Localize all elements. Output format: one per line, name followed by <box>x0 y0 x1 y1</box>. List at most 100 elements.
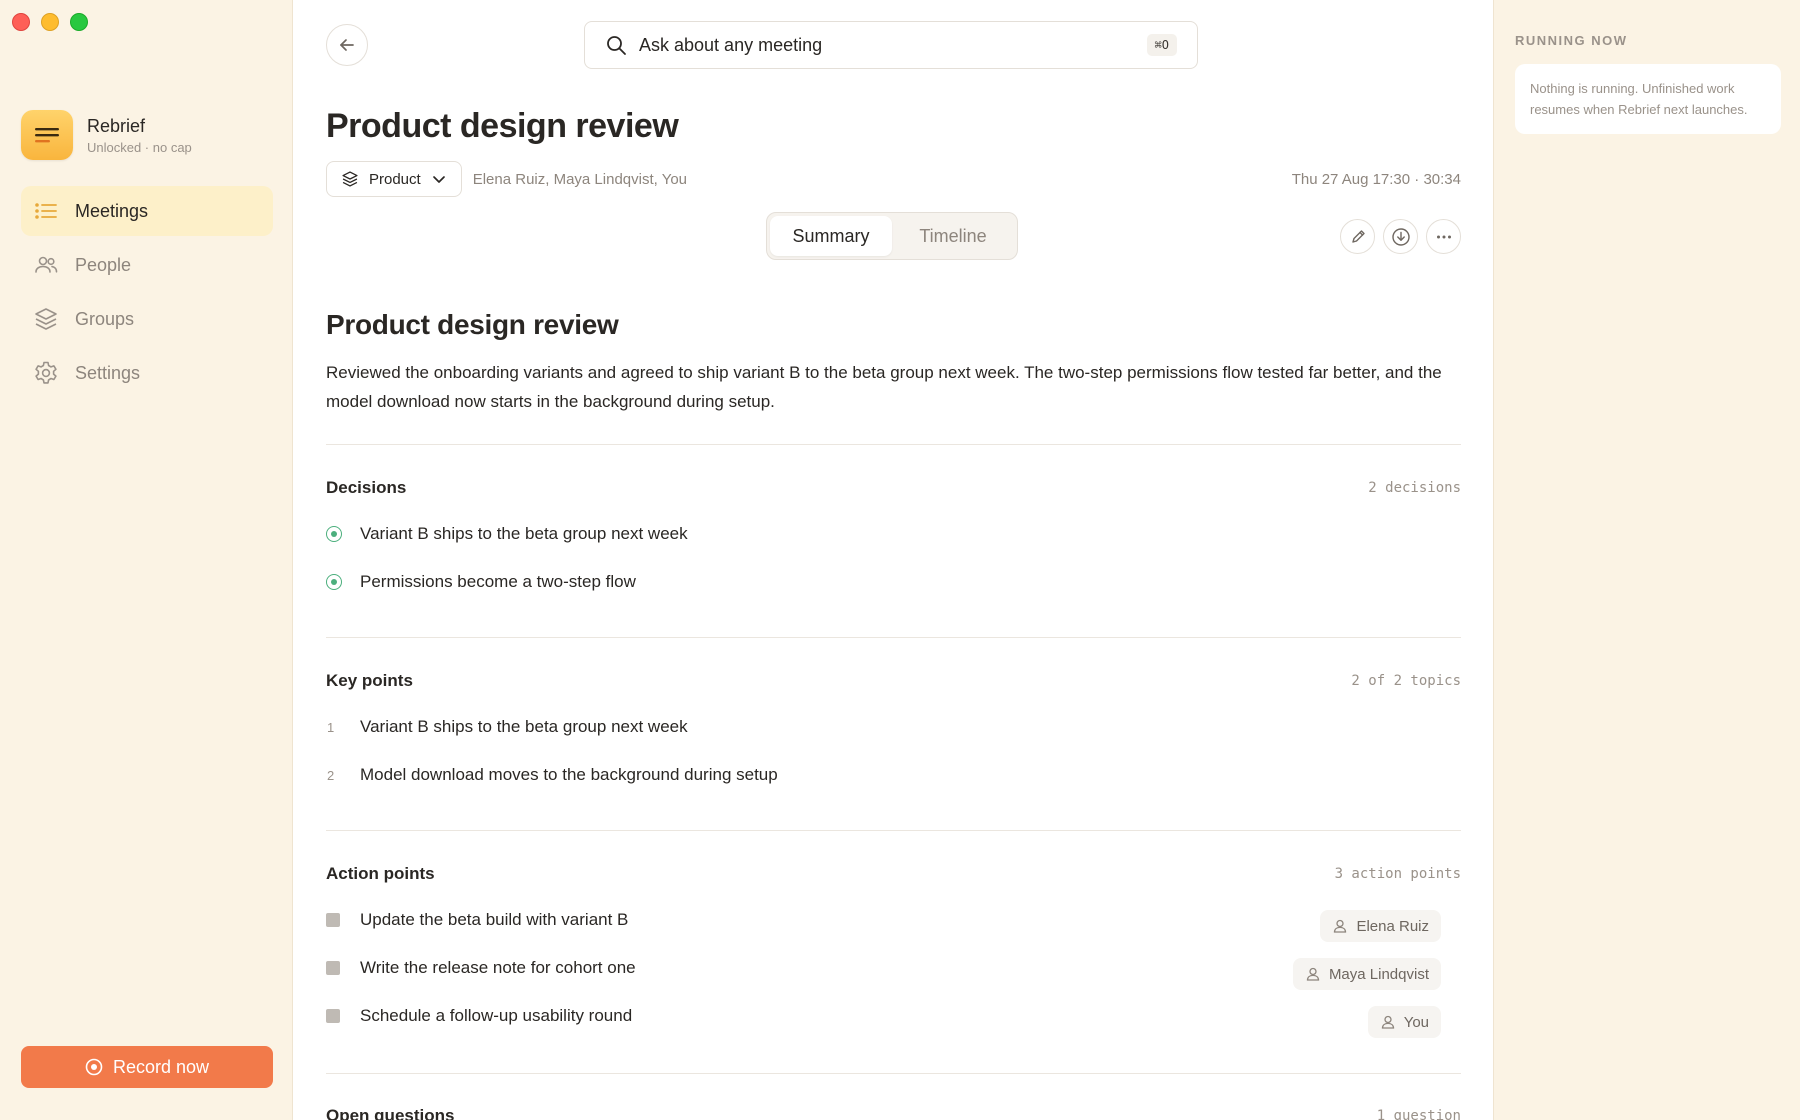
assignee-chip[interactable]: Maya Lindqvist <box>1292 958 1441 990</box>
download-button[interactable] <box>1383 219 1418 254</box>
decision-dot-icon <box>326 526 342 542</box>
running-status-card: Nothing is running. Unfinished work resu… <box>1515 64 1781 134</box>
open-questions-header: Open questions 1 question <box>326 1106 1461 1120</box>
decision-item: Variant B ships to the beta group next w… <box>326 519 1461 549</box>
participants: Elena Ruiz, Maya Lindqvist, You <box>472 170 688 188</box>
person-icon <box>1334 919 1347 933</box>
brand: Rebrief Unlocked · no cap <box>21 110 192 160</box>
decision-text: Variant B ships to the beta group next w… <box>360 524 688 543</box>
action-checkbox[interactable] <box>326 913 340 927</box>
assignee-name: Maya Lindqvist <box>1328 965 1429 983</box>
minimize-window-button[interactable] <box>41 13 59 31</box>
decision-item: Permissions become a two-step flow <box>326 567 1461 597</box>
action-points-heading: Action points <box>326 864 435 883</box>
key-points-heading: Key points <box>326 671 413 690</box>
person-icon <box>1306 967 1320 981</box>
key-point-text: Model download moves to the background d… <box>360 765 778 784</box>
action-checkbox[interactable] <box>326 1009 340 1023</box>
action-text: Schedule a follow-up usability round <box>360 1006 633 1025</box>
action-item: Schedule a follow-up usability round <box>326 1001 1461 1031</box>
sidebar-nav: Meetings People Groups Settings <box>21 186 273 402</box>
meeting-detail: Ask about any meeting ⌘O Product design … <box>293 0 1493 1120</box>
key-point-item: 1 Variant B ships to the beta group next… <box>326 712 1461 742</box>
summary-text: Reviewed the onboarding variants and agr… <box>326 363 1442 411</box>
meeting-meta: Product Elena Ruiz, Maya Lindqvist, You … <box>326 161 1461 197</box>
page-title: Product design review <box>326 107 679 145</box>
app-logo-icon <box>21 110 73 160</box>
open-questions-heading: Open questions <box>326 1106 455 1120</box>
toolbar <box>1340 219 1461 254</box>
zoom-window-button[interactable] <box>70 13 88 31</box>
edit-button[interactable] <box>1340 219 1375 254</box>
app-name: Rebrief <box>87 115 146 136</box>
layers-icon <box>342 171 358 187</box>
action-item: Write the release note for cohort one <box>326 953 1461 983</box>
action-item: Update the beta build with variant B <box>326 905 1461 935</box>
key-point-item: 2 Model download moves to the background… <box>326 760 1461 790</box>
search-icon <box>607 36 626 55</box>
decision-text: Permissions become a two-step flow <box>360 572 636 591</box>
tab-summary[interactable]: Summary <box>770 216 892 256</box>
assignee-name: You <box>1403 1013 1429 1031</box>
chevron-down-icon <box>432 176 445 183</box>
record-now-label: Record now <box>112 1056 210 1077</box>
action-text: Write the release note for cohort one <box>360 958 636 977</box>
assignee-chip[interactable]: You <box>1367 1006 1441 1038</box>
assignee-name: Elena Ruiz <box>1356 917 1429 935</box>
divider <box>326 637 1461 638</box>
sidebar-item-groups[interactable]: Groups <box>21 294 273 344</box>
action-points-header: Action points 3 action points <box>326 864 1461 884</box>
gear-icon <box>35 361 57 384</box>
decisions-heading: Decisions <box>326 478 407 497</box>
download-icon <box>1391 227 1410 246</box>
sidebar-item-settings[interactable]: Settings <box>21 348 273 398</box>
sidebar-item-people[interactable]: People <box>21 240 273 290</box>
decision-dot-icon <box>326 574 342 590</box>
window-controls <box>12 13 88 31</box>
license-status: Unlocked · no cap <box>87 139 192 155</box>
decisions-count: 2 decisions <box>1368 480 1461 496</box>
back-button[interactable] <box>326 24 368 66</box>
list-icon <box>35 203 57 219</box>
sidebar-item-label: Settings <box>75 362 141 383</box>
action-points-count: 3 action points <box>1334 866 1461 882</box>
more-horizontal-icon <box>1436 235 1451 238</box>
running-panel: RUNNING NOW Nothing is running. Unfinish… <box>1493 0 1800 1120</box>
group-dropdown[interactable]: Product <box>326 161 462 197</box>
tab-timeline[interactable]: Timeline <box>892 216 1014 256</box>
group-dropdown-value: Product <box>369 170 421 188</box>
person-icon <box>1381 1015 1394 1029</box>
search-placeholder: Ask about any meeting <box>639 34 823 55</box>
running-status-message: Nothing is running. Unfinished work resu… <box>1530 81 1748 117</box>
more-button[interactable] <box>1426 219 1461 254</box>
record-now-button[interactable]: Record now <box>21 1046 273 1088</box>
sidebar-item-label: People <box>75 254 132 275</box>
sidebar-item-label: Groups <box>75 308 135 329</box>
key-point-number: 1 <box>327 719 335 735</box>
search-input[interactable]: Ask about any meeting ⌘O <box>584 21 1198 69</box>
decisions-header: Decisions 2 decisions <box>326 478 1461 498</box>
divider <box>326 830 1461 831</box>
action-checkbox[interactable] <box>326 961 340 975</box>
key-points-count: 2 of 2 topics <box>1351 673 1461 689</box>
assignee-chip[interactable]: Elena Ruiz <box>1320 910 1441 942</box>
sidebar-item-meetings[interactable]: Meetings <box>21 186 273 236</box>
close-window-button[interactable] <box>12 13 30 31</box>
view-tabs: Summary Timeline <box>766 212 1018 260</box>
sidebar-item-label: Meetings <box>75 200 149 221</box>
search-shortcut: ⌘O <box>1146 34 1177 56</box>
layers-icon <box>35 308 57 330</box>
record-icon <box>85 1058 103 1076</box>
open-questions-count: 1 question <box>1376 1108 1461 1120</box>
people-icon <box>35 256 58 273</box>
meeting-datetime: Thu 27 Aug 17:30 · 30:34 <box>1291 170 1461 188</box>
key-points-header: Key points 2 of 2 topics <box>326 671 1461 691</box>
pencil-icon <box>1351 229 1365 243</box>
arrow-left-icon <box>340 39 354 51</box>
summary-title: Product design review <box>326 309 619 340</box>
running-now-label: RUNNING NOW <box>1515 33 1628 48</box>
key-point-text: Variant B ships to the beta group next w… <box>360 717 688 736</box>
divider <box>326 1073 1461 1074</box>
action-text: Update the beta build with variant B <box>360 910 629 929</box>
key-point-number: 2 <box>327 767 335 783</box>
